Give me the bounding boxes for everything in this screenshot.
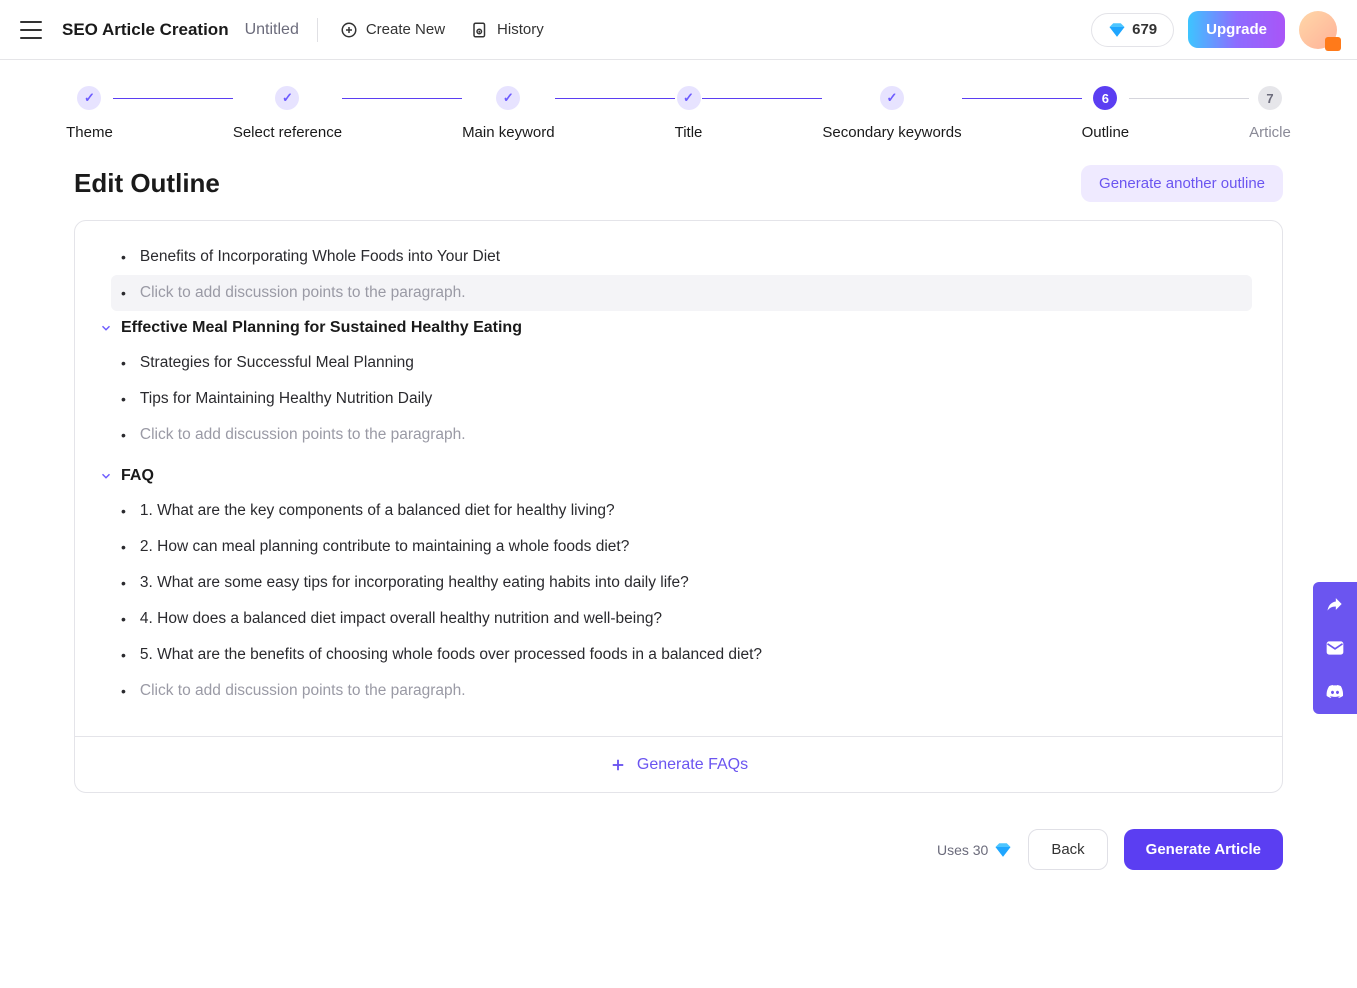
stepper: ✓ Theme ✓ Select reference ✓ Main keywor… — [0, 60, 1357, 153]
list-item[interactable]: 2. How can meal planning contribute to m… — [99, 529, 1252, 565]
discord-icon[interactable] — [1313, 670, 1357, 714]
step-theme[interactable]: ✓ Theme — [66, 86, 113, 141]
add-point-placeholder[interactable]: Click to add discussion points to the pa… — [99, 673, 1252, 709]
list-item[interactable]: 3. What are some easy tips for incorpora… — [99, 565, 1252, 601]
list-item[interactable]: Strategies for Successful Meal Planning — [99, 345, 1252, 381]
list-item[interactable]: Tips for Maintaining Healthy Nutrition D… — [99, 381, 1252, 417]
avatar[interactable] — [1299, 11, 1337, 49]
credits-value: 679 — [1132, 21, 1157, 38]
side-rail — [1313, 582, 1357, 714]
outline-card: Benefits of Incorporating Whole Foods in… — [74, 220, 1283, 793]
step-title[interactable]: ✓ Title — [675, 86, 703, 141]
step-secondary-keywords[interactable]: ✓ Secondary keywords — [822, 86, 961, 141]
diamond-icon — [994, 841, 1012, 859]
list-item[interactable]: 4. How does a balanced diet impact overa… — [99, 601, 1252, 637]
section-header[interactable]: Effective Meal Planning for Sustained He… — [99, 311, 1252, 345]
footer: Uses 30 Back Generate Article — [0, 793, 1357, 870]
mail-icon[interactable] — [1313, 626, 1357, 670]
plus-circle-icon — [340, 21, 358, 39]
credits-pill[interactable]: 679 — [1091, 13, 1174, 47]
list-item[interactable]: 1. What are the key components of a bala… — [99, 493, 1252, 529]
section-header[interactable]: FAQ — [99, 459, 1252, 493]
section-title: Effective Meal Planning for Sustained He… — [121, 319, 522, 337]
menu-icon[interactable] — [20, 21, 42, 39]
doc-title[interactable]: Untitled — [245, 21, 299, 39]
share-icon[interactable] — [1313, 582, 1357, 626]
chevron-down-icon — [99, 321, 113, 335]
back-button[interactable]: Back — [1028, 829, 1107, 870]
outline-scroll[interactable]: Benefits of Incorporating Whole Foods in… — [75, 221, 1282, 736]
plus-icon — [609, 756, 627, 774]
generate-article-button[interactable]: Generate Article — [1124, 829, 1283, 870]
history-icon — [471, 21, 489, 39]
diamond-icon — [1108, 21, 1126, 39]
step-select-reference[interactable]: ✓ Select reference — [233, 86, 342, 141]
add-point-placeholder[interactable]: Click to add discussion points to the pa… — [99, 417, 1252, 453]
list-item[interactable]: 5. What are the benefits of choosing who… — [99, 637, 1252, 673]
history-button[interactable]: History — [467, 17, 548, 43]
upgrade-button[interactable]: Upgrade — [1188, 11, 1285, 48]
section-title: FAQ — [121, 467, 154, 485]
step-outline[interactable]: 6 Outline — [1082, 86, 1130, 141]
generate-faqs-label: Generate FAQs — [637, 756, 748, 774]
topbar: SEO Article Creation Untitled Create New… — [0, 0, 1357, 60]
list-item[interactable]: Benefits of Incorporating Whole Foods in… — [99, 239, 1252, 275]
create-new-button[interactable]: Create New — [336, 17, 449, 43]
step-article[interactable]: 7 Article — [1249, 86, 1291, 141]
page-title: Edit Outline — [74, 168, 220, 199]
step-main-keyword[interactable]: ✓ Main keyword — [462, 86, 555, 141]
divider — [317, 18, 318, 42]
chevron-down-icon — [99, 469, 113, 483]
add-point-placeholder[interactable]: Click to add discussion points to the pa… — [111, 275, 1252, 311]
generate-another-outline-button[interactable]: Generate another outline — [1081, 165, 1283, 202]
uses-label: Uses 30 — [937, 841, 1012, 859]
app-title: SEO Article Creation — [62, 20, 229, 40]
generate-faqs-button[interactable]: Generate FAQs — [75, 736, 1282, 792]
history-label: History — [497, 21, 544, 38]
create-new-label: Create New — [366, 21, 445, 38]
